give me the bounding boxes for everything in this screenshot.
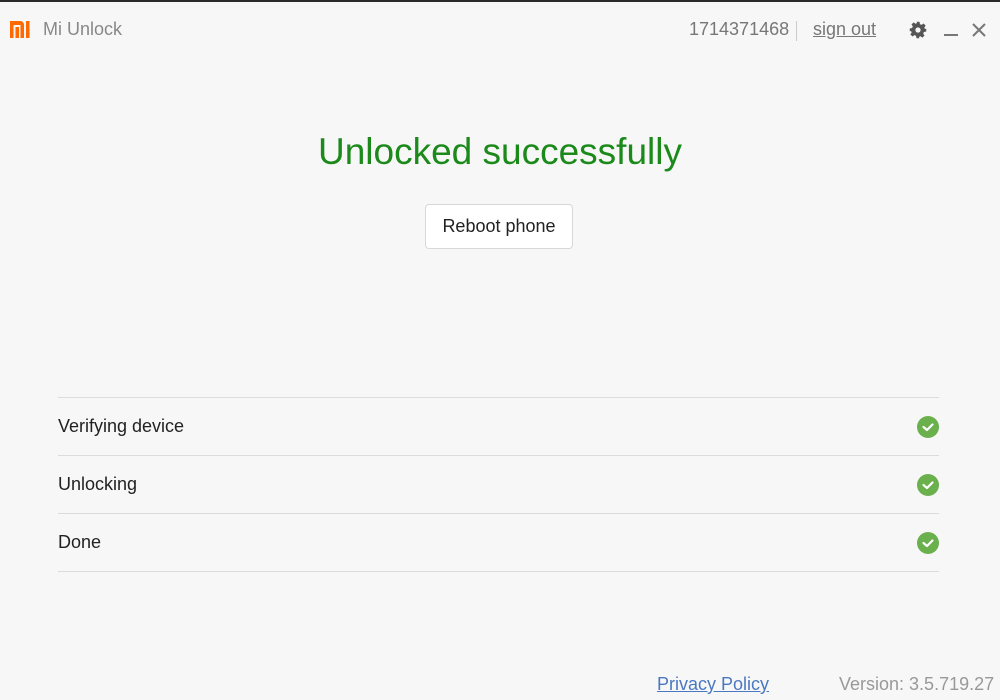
step-label: Verifying device <box>58 416 185 436</box>
account-id: 1714371468 <box>689 19 790 39</box>
divider <box>796 21 797 41</box>
version-label: Version: 3.5.719.27 <box>839 674 995 694</box>
privacy-policy-link[interactable]: Privacy Policy <box>657 674 769 695</box>
check-circle-icon <box>917 473 939 496</box>
steps-list: Verifying device Unlocking Done <box>58 397 939 572</box>
step-unlocking: Unlocking <box>58 456 939 514</box>
gear-icon <box>909 21 927 39</box>
close-icon <box>972 23 986 37</box>
sign-out-link[interactable]: sign out <box>813 19 876 40</box>
settings-button[interactable] <box>907 18 929 42</box>
title-bar: Mi Unlock 1714371468 sign out <box>0 2 1000 60</box>
step-label: Done <box>58 532 102 552</box>
step-done: Done <box>58 514 939 572</box>
mi-logo-icon <box>10 21 30 38</box>
status-title: Unlocked successfully <box>318 131 682 172</box>
minimize-button[interactable] <box>940 18 962 42</box>
step-verifying-device: Verifying device <box>58 398 939 456</box>
check-circle-icon <box>917 415 939 438</box>
check-circle-icon <box>917 531 939 554</box>
reboot-phone-button[interactable]: Reboot phone <box>425 204 573 249</box>
close-button[interactable] <box>968 18 990 42</box>
minimize-icon <box>944 34 958 36</box>
step-label: Unlocking <box>58 474 138 494</box>
app-title: Mi Unlock <box>43 19 123 39</box>
